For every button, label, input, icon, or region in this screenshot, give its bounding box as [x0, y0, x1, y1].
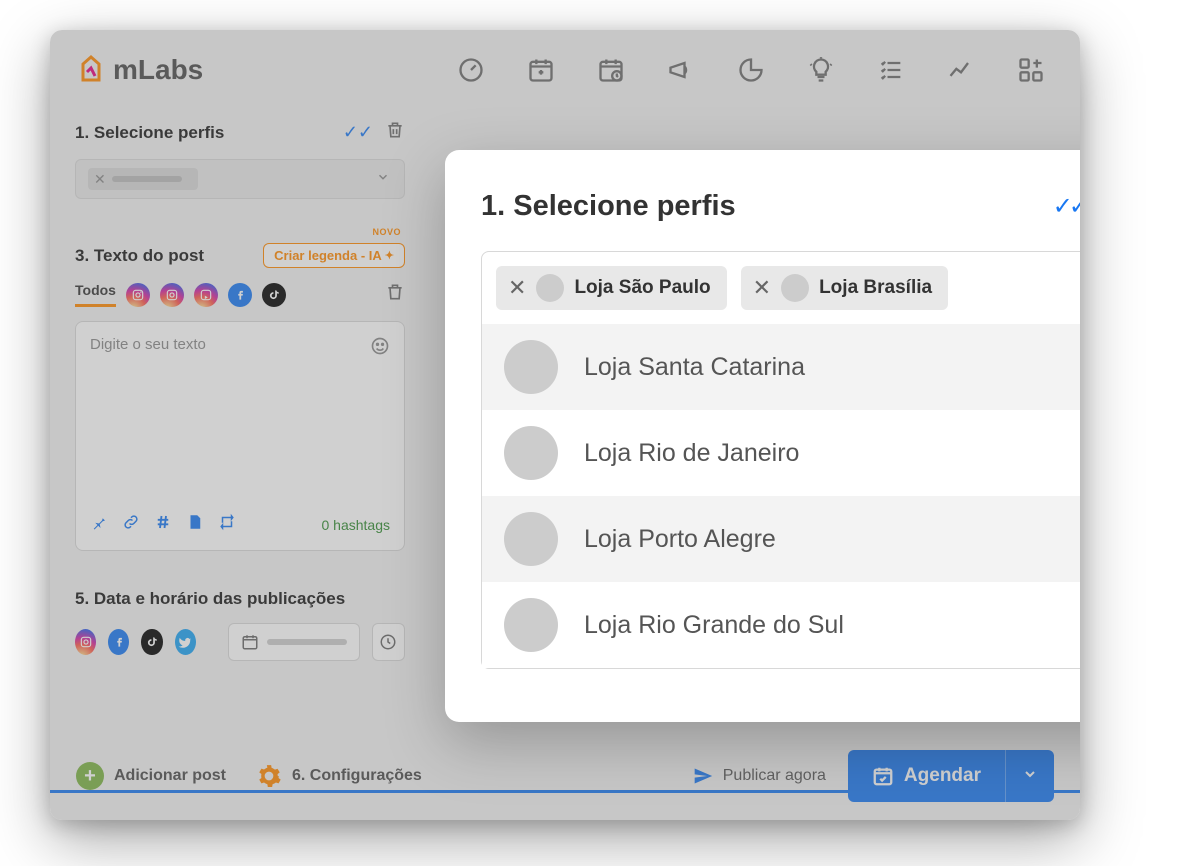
option-avatar: [504, 598, 558, 652]
profile-multiselect: ✕ Loja São Paulo ✕ Loja Brasília Loja Sa…: [481, 251, 1080, 669]
app-window: mLabs 1. Selecione perfis ✓✓ ✕: [50, 30, 1080, 820]
chip-label: Loja São Paulo: [574, 277, 710, 299]
profile-option[interactable]: Loja Rio Grande do Sul: [482, 582, 1080, 668]
option-label: Loja Santa Catarina: [584, 353, 805, 382]
option-label: Loja Rio Grande do Sul: [584, 611, 844, 640]
selected-chip: ✕ Loja São Paulo: [496, 266, 727, 310]
select-all-icon[interactable]: ✓✓: [1053, 192, 1080, 221]
popup-title: 1. Selecione perfis: [481, 190, 736, 223]
chip-avatar: [781, 274, 809, 302]
option-avatar: [504, 426, 558, 480]
option-label: Loja Porto Alegre: [584, 525, 776, 554]
chip-avatar: [536, 274, 564, 302]
profile-option[interactable]: Loja Rio de Janeiro: [482, 410, 1080, 496]
option-avatar: [504, 340, 558, 394]
popup-header: 1. Selecione perfis ✓✓: [481, 190, 1080, 223]
option-label: Loja Rio de Janeiro: [584, 439, 799, 468]
profile-option[interactable]: Loja Porto Alegre: [482, 496, 1080, 582]
selected-chips-row: ✕ Loja São Paulo ✕ Loja Brasília: [482, 252, 1080, 324]
profile-options-list: Loja Santa Catarina Loja Rio de Janeiro …: [482, 324, 1080, 668]
option-avatar: [504, 512, 558, 566]
chip-remove-icon[interactable]: ✕: [753, 275, 771, 301]
selected-chip: ✕ Loja Brasília: [741, 266, 948, 310]
chip-label: Loja Brasília: [819, 277, 932, 299]
chip-remove-icon[interactable]: ✕: [508, 275, 526, 301]
profile-option[interactable]: Loja Santa Catarina: [482, 324, 1080, 410]
select-profiles-popup: 1. Selecione perfis ✓✓ ✕ Loja São Paulo …: [445, 150, 1080, 722]
